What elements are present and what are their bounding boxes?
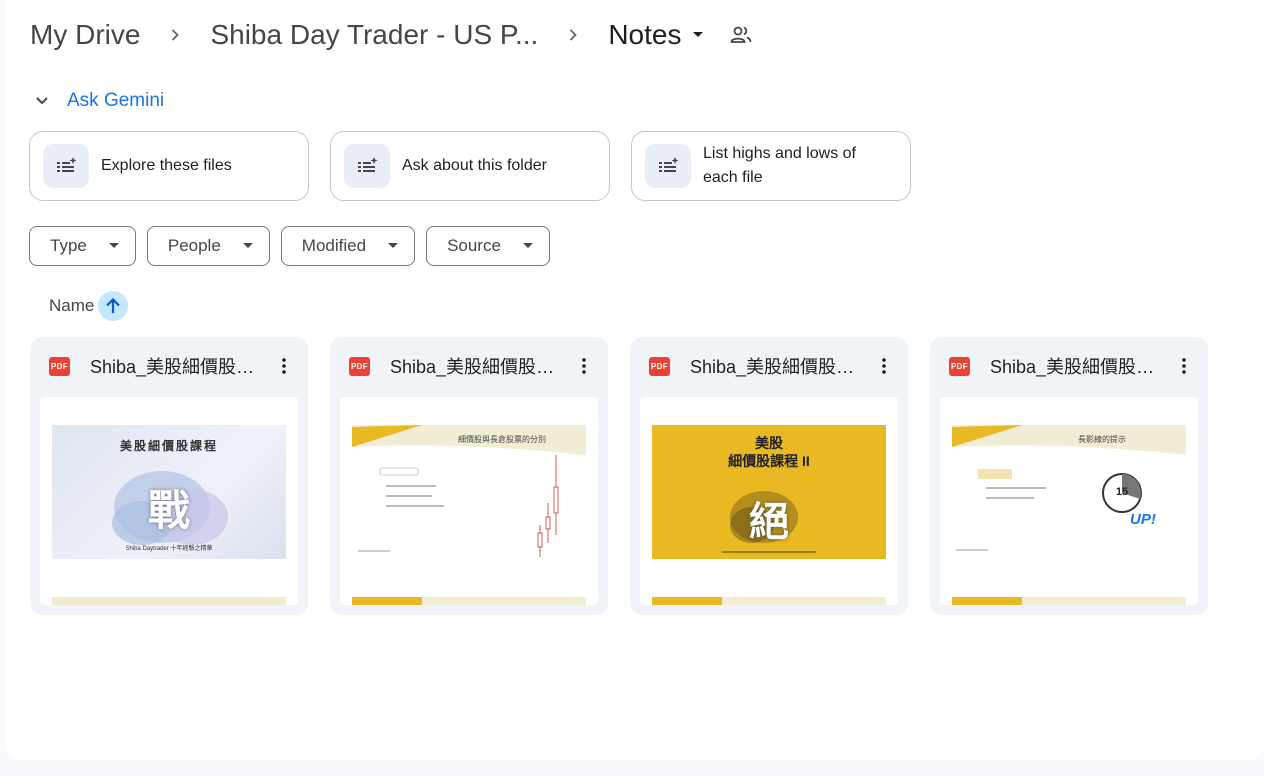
- file-name: Shiba_美股細價股課...: [390, 357, 566, 377]
- filter-source[interactable]: Source: [426, 226, 550, 266]
- next-slide-edge: [352, 597, 586, 605]
- up-badge: UP!: [1130, 511, 1156, 528]
- file-card-header: PDF Shiba_美股細價股課...: [30, 349, 308, 383]
- file-name: Shiba_美股細價股課...: [990, 357, 1166, 377]
- pdf-icon: PDF: [649, 356, 670, 376]
- pdf-icon: PDF: [949, 356, 970, 376]
- filter-label: People: [167, 236, 221, 255]
- breadcrumb-my-drive[interactable]: My Drive: [30, 19, 140, 51]
- caret-down-icon[interactable]: [687, 31, 709, 39]
- breadcrumb-shiba-folder[interactable]: Shiba Day Trader - US P...: [210, 19, 538, 51]
- suggestion-label: List highs and lows of each file: [703, 145, 856, 186]
- slide-title: 美股細價股課程: [119, 439, 218, 453]
- file-thumbnail: 細價股與長倉股票的分別: [340, 397, 598, 605]
- filter-modified[interactable]: Modified: [280, 226, 416, 266]
- file-card[interactable]: PDF Shiba_美股細價股課... 細價股與長倉股票的分別: [330, 337, 608, 615]
- caret-down-icon: [388, 241, 399, 251]
- filter-label: Modified: [301, 236, 367, 255]
- suggestion-label: Explore these files: [101, 157, 232, 174]
- slide-title: 長影線的提示: [1078, 435, 1126, 444]
- file-card[interactable]: PDF Shiba_美股細價股課... 美股 細價股課程 II 絕: [630, 337, 908, 615]
- slide-preview: 長影線的提示 15 UP!: [952, 425, 1186, 559]
- chevron-down-icon: [30, 89, 54, 113]
- caret-down-icon: [108, 241, 119, 251]
- sparkle-list-icon: [645, 144, 691, 188]
- file-card-header: PDF Shiba_美股細價股課...: [330, 349, 608, 383]
- file-name: Shiba_美股細價股課...: [90, 357, 266, 377]
- file-card[interactable]: PDF Shiba_美股細價股課... 長影線的提示 15 UP!: [930, 337, 1208, 615]
- suggestion-label: Ask about this folder: [402, 157, 547, 174]
- slide-big-char: 絕: [749, 500, 789, 544]
- ask-gemini-title: Ask Gemini: [67, 90, 165, 111]
- chevron-right-icon: [140, 28, 210, 42]
- sparkle-list-icon: [43, 144, 89, 188]
- next-slide-edge: [952, 597, 1186, 605]
- ask-gemini-toggle[interactable]: Ask Gemini: [30, 88, 164, 114]
- suggestion-ask-folder[interactable]: Ask about this folder: [330, 131, 610, 201]
- pdf-icon: PDF: [49, 356, 70, 376]
- suggestion-explore-files[interactable]: Explore these files: [29, 131, 309, 201]
- timer-value: 15: [1115, 486, 1129, 498]
- filter-type[interactable]: Type: [29, 226, 136, 266]
- file-thumbnail: 美股細價股課程 戰 Shiba Daytrader 十年經驗之精華: [40, 397, 298, 605]
- chevron-right-icon: [538, 28, 608, 42]
- slide-preview: 細價股與長倉股票的分別: [352, 425, 586, 559]
- more-vert-icon[interactable]: [572, 354, 596, 378]
- slide-title-2: 細價股課程 II: [728, 453, 810, 469]
- pdf-icon: PDF: [349, 356, 370, 376]
- gemini-suggestions: Explore these files Ask about this folde…: [29, 131, 911, 201]
- file-card-header: PDF Shiba_美股細價股課...: [630, 349, 908, 383]
- file-name: Shiba_美股細價股課...: [690, 357, 866, 377]
- file-thumbnail: 美股 細價股課程 II 絕: [640, 397, 898, 605]
- shared-people-icon[interactable]: [729, 23, 753, 47]
- sparkle-list-icon: [344, 144, 390, 188]
- slide-subtitle: Shiba Daytrader 十年經驗之精華: [125, 546, 213, 552]
- filter-chips: Type People Modified Source: [29, 226, 550, 266]
- suggestion-highs-lows[interactable]: List highs and lows of each file: [631, 131, 911, 201]
- filter-label: Source: [447, 236, 501, 255]
- more-vert-icon[interactable]: [872, 354, 896, 378]
- file-thumbnail: 長影線的提示 15 UP!: [940, 397, 1198, 605]
- next-slide-edge: [52, 597, 286, 605]
- slide-title: 美股: [755, 435, 783, 451]
- arrow-up-icon: [106, 297, 121, 313]
- slide-preview: 美股 細價股課程 II 絕: [652, 425, 886, 559]
- next-slide-edge: [652, 597, 886, 605]
- sort-header: Name: [49, 291, 129, 321]
- caret-down-icon: [522, 241, 533, 251]
- more-vert-icon[interactable]: [272, 354, 296, 378]
- slide-graphics: [952, 425, 1186, 551]
- caret-down-icon: [242, 241, 253, 251]
- breadcrumb: My Drive Shiba Day Trader - US P... Note…: [30, 14, 753, 56]
- filter-people[interactable]: People: [146, 226, 270, 266]
- filter-label: Type: [50, 236, 87, 255]
- slide-title: 細價股與長倉股票的分別: [458, 435, 546, 444]
- file-grid: PDF Shiba_美股細價股課... 美股細價股課程 戰 Shiba Dayt…: [30, 337, 1208, 615]
- sort-ascending-button[interactable]: [98, 291, 129, 321]
- file-card[interactable]: PDF Shiba_美股細價股課... 美股細價股課程 戰 Shiba Dayt…: [30, 337, 308, 615]
- breadcrumb-notes[interactable]: Notes: [608, 19, 681, 51]
- slide-graphics: [352, 425, 586, 557]
- slide-big-char: 戰: [147, 487, 190, 534]
- file-card-header: PDF Shiba_美股細價股課...: [930, 349, 1208, 383]
- sort-name-label[interactable]: Name: [49, 296, 94, 316]
- slide-preview: 美股細價股課程 戰 Shiba Daytrader 十年經驗之精華: [52, 425, 286, 559]
- more-vert-icon[interactable]: [1172, 354, 1196, 378]
